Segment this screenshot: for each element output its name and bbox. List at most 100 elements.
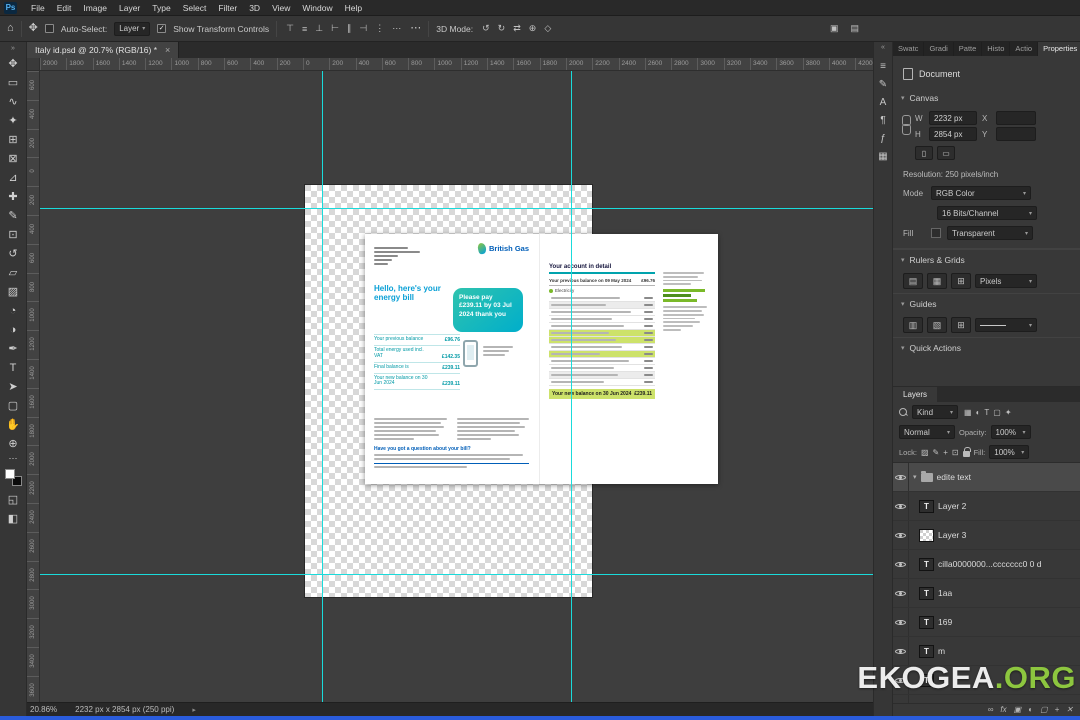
layer-visibility-toggle[interactable] (893, 492, 909, 520)
eyedropper-tool[interactable]: ⊿ (2, 168, 25, 187)
3d-slide-icon[interactable]: ⊕ (527, 23, 539, 34)
mode-dropdown[interactable]: RGB Color ▾ (931, 186, 1031, 200)
hand-tool[interactable]: ✋ (2, 415, 25, 434)
filter-smart-objects-icon[interactable]: ✦ (1005, 408, 1012, 417)
auto-select-target-dropdown[interactable]: Layer ▾ (114, 22, 150, 36)
layer-visibility-toggle[interactable] (893, 608, 909, 636)
tab-swatc[interactable]: Swatc (893, 42, 924, 56)
menu-layer[interactable]: Layer (113, 3, 146, 13)
bill-artwork[interactable]: British Gas Hello, here's your energy bi… (365, 234, 718, 484)
lock-guides-button[interactable]: ▧ (927, 317, 947, 333)
photoshop-logo[interactable]: Ps (4, 2, 17, 14)
align-bottom-edges-icon[interactable]: ⊥ (313, 23, 325, 34)
layer-visibility-toggle[interactable] (893, 521, 909, 549)
link-dimensions-icon[interactable] (901, 115, 910, 134)
path-selection-tool[interactable]: ➤ (2, 377, 25, 396)
blend-mode-dropdown[interactable]: Normal ▾ (899, 425, 955, 439)
history-brush-tool[interactable]: ↺ (2, 244, 25, 263)
align-top-edges-icon[interactable]: ⊤ (284, 23, 296, 34)
type-tool[interactable]: T (2, 358, 25, 377)
close-tab-icon[interactable]: × (165, 45, 170, 55)
canvas-area[interactable]: British Gas Hello, here's your energy bi… (40, 71, 873, 702)
menu-select[interactable]: Select (177, 3, 213, 13)
show-transform-checkbox[interactable]: ✓ (157, 24, 166, 33)
distribute-horizontal-icon[interactable]: ⋯ (390, 23, 403, 34)
fill-color-chip[interactable] (931, 228, 941, 238)
guide-vertical-left[interactable] (322, 71, 323, 702)
menu-file[interactable]: File (25, 3, 51, 13)
new-layer-icon[interactable]: + (1055, 706, 1060, 714)
crop-tool[interactable]: ⊞ (2, 130, 25, 149)
tab-gradi[interactable]: Gradi (924, 42, 953, 56)
menu-help[interactable]: Help (339, 3, 368, 13)
screen-mode-icon[interactable]: ◧ (2, 509, 25, 528)
brush-tool[interactable]: ✎ (2, 206, 25, 225)
character-panel-icon[interactable]: A (875, 93, 892, 111)
align-horizontal-centers-icon[interactable]: ∥ (345, 23, 354, 34)
menu-view[interactable]: View (266, 3, 296, 13)
paragraph-panel-icon[interactable]: ¶ (875, 111, 892, 129)
shape-tool[interactable]: ▢ (2, 396, 25, 415)
layer-effects-icon[interactable]: fx (1000, 706, 1006, 714)
brushes-panel-icon[interactable]: ✎ (875, 75, 892, 93)
quick-selection-tool[interactable]: ✦ (2, 111, 25, 130)
toggle-guides-button[interactable]: ▥ (903, 317, 923, 333)
pen-tool[interactable]: ✒ (2, 339, 25, 358)
toggle-snap-button[interactable]: ⊞ (951, 273, 971, 289)
edit-toolbar-icon[interactable]: ⋯ (9, 453, 18, 465)
quick-actions-section-header[interactable]: ▾ Quick Actions (893, 337, 1080, 357)
menu-image[interactable]: Image (77, 3, 113, 13)
ruler-origin-corner[interactable] (27, 58, 40, 70)
adjustment-layer-icon[interactable]: ◐ (1028, 706, 1033, 714)
clone-stamp-tool[interactable]: ⊡ (2, 225, 25, 244)
blur-tool[interactable]: ◔ (2, 301, 25, 320)
link-layers-icon[interactable]: ∞ (988, 706, 994, 714)
layer-row[interactable]: Tcilla0000000...ccccccc0 0 d (893, 550, 1080, 579)
toggle-grid-button[interactable]: ▦ (927, 273, 947, 289)
opacity-dropdown[interactable]: 100% ▾ (991, 425, 1031, 439)
layer-visibility-toggle[interactable] (893, 695, 909, 703)
layer-mask-icon[interactable]: ▣ (1014, 706, 1022, 714)
align-right-edges-icon[interactable]: ⊣ (357, 23, 369, 34)
guides-section-header[interactable]: ▾ Guides (893, 293, 1080, 313)
menu-type[interactable]: Type (146, 3, 176, 13)
guide-vertical-right[interactable] (571, 71, 572, 702)
auto-select-checkbox[interactable] (45, 24, 54, 33)
collapse-tools-icon[interactable]: » (11, 43, 15, 54)
home-icon[interactable]: ⌂ (7, 23, 14, 34)
frame-tool[interactable]: ⊠ (2, 149, 25, 168)
height-field[interactable]: 2854 px (929, 127, 977, 141)
filter-type-layers-icon[interactable]: T (984, 408, 989, 417)
landscape-orientation-button[interactable]: ▭ (937, 146, 955, 160)
color-swatches[interactable] (5, 469, 22, 486)
glyphs-panel-icon[interactable]: ƒ (875, 129, 892, 147)
more-options-icon[interactable]: ⋯ (410, 23, 421, 34)
filter-shape-layers-icon[interactable]: ▢ (993, 408, 1001, 417)
expand-panels-icon[interactable]: « (881, 44, 885, 55)
tab-actio[interactable]: Actio (1010, 42, 1038, 56)
eraser-tool[interactable]: ▱ (2, 263, 25, 282)
layer-visibility-toggle[interactable] (893, 550, 909, 578)
horizontal-ruler[interactable]: 2000180016001400120010008006004002000200… (27, 58, 873, 71)
tab-patte[interactable]: Patte (954, 42, 983, 56)
3d-rotate-icon[interactable]: ↺ (480, 23, 492, 34)
vertical-ruler[interactable]: 6004002000200400600800100012001400160018… (27, 71, 40, 702)
zoom-level[interactable]: 20.86% (30, 705, 57, 714)
layer-row[interactable]: T1aa (893, 579, 1080, 608)
portrait-orientation-button[interactable]: ▯ (915, 146, 933, 160)
3d-drag-icon[interactable]: ⇄ (511, 23, 523, 34)
menu-edit[interactable]: Edit (51, 3, 78, 13)
layer-row[interactable]: Layer 3 (893, 521, 1080, 550)
document-tab[interactable]: Italy id.psd @ 20.7% (RGB/16) * × (27, 42, 179, 58)
healing-brush-tool[interactable]: ✚ (2, 187, 25, 206)
3d-scale-icon[interactable]: ◇ (542, 23, 553, 34)
guide-style-dropdown[interactable]: ▾ (975, 318, 1037, 332)
units-dropdown[interactable]: Pixels ▾ (975, 274, 1037, 288)
foreground-color-swatch[interactable] (5, 469, 15, 479)
tab-properties[interactable]: Properties (1038, 42, 1080, 56)
filter-kind-dropdown[interactable]: Kind ▾ (912, 405, 958, 419)
status-options-icon[interactable]: ▸ (192, 706, 196, 714)
group-expand-icon[interactable]: ▾ (913, 473, 917, 481)
layer-row[interactable]: T01.01.1990 (893, 695, 1080, 703)
lasso-tool[interactable]: ∿ (2, 92, 25, 111)
